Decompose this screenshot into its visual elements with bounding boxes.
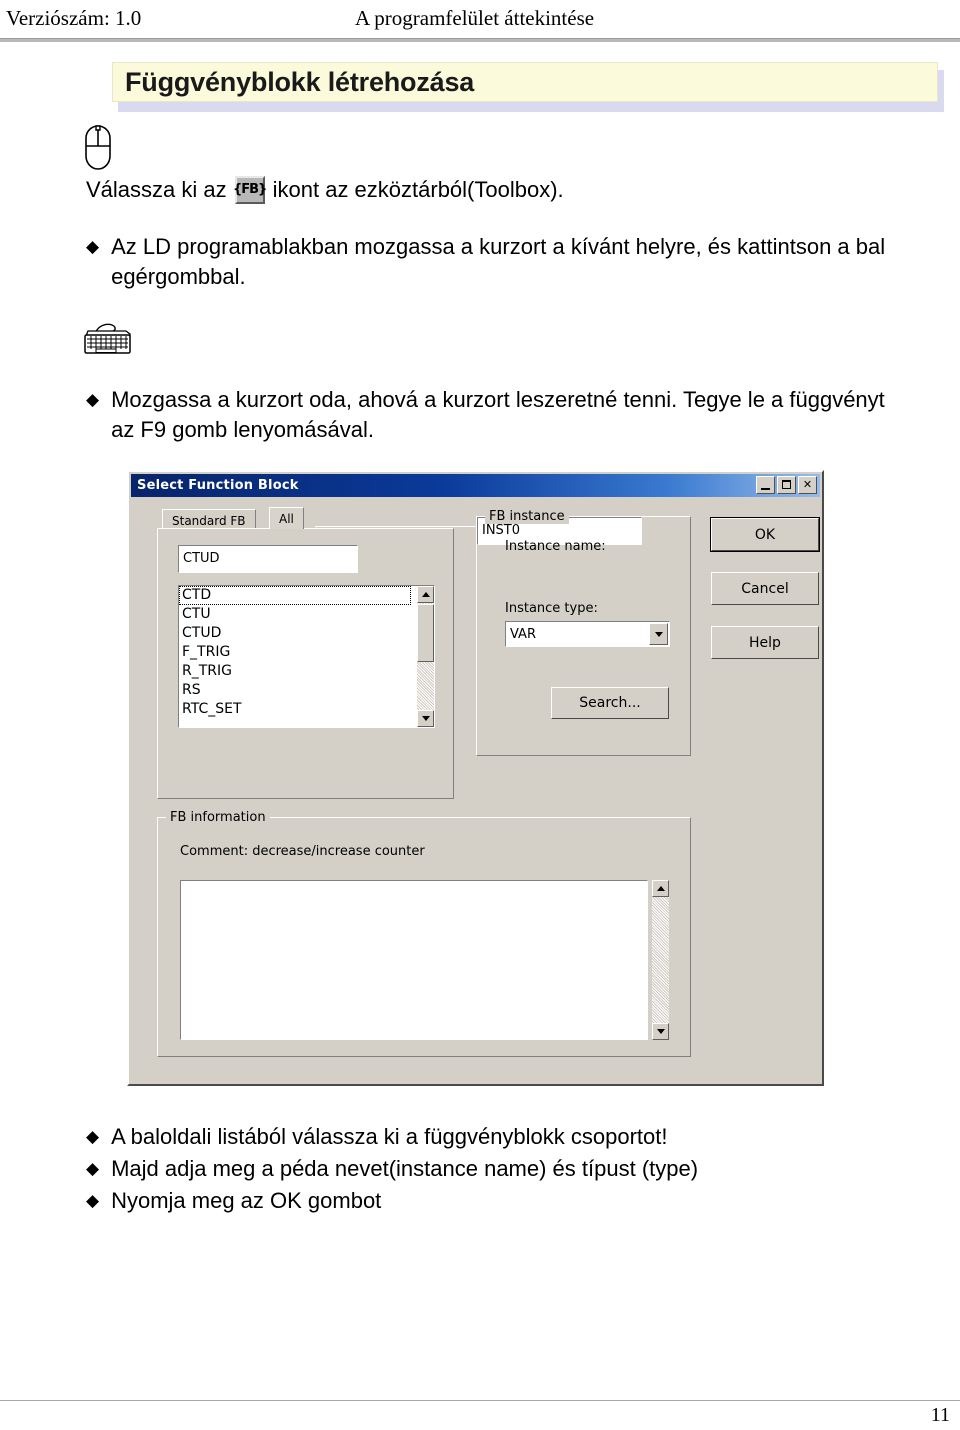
scroll-up-button[interactable] [652,880,669,897]
fb-comment-scrollbar[interactable] [652,880,669,1040]
keyboard-icon [82,322,140,362]
close-icon: ✕ [802,478,813,491]
diamond-bullet-icon: ◆ [86,1191,100,1210]
list-item[interactable]: RTC_SET [179,700,411,719]
chevron-up-icon [656,886,665,891]
minimize-button[interactable] [756,476,775,494]
instance-name-label: Instance name: [505,539,606,554]
maximize-icon [782,480,791,489]
list-item[interactable]: CTD [179,586,411,605]
fb-list-scrollbar[interactable] [417,586,434,727]
fb-toolbar-button[interactable]: {FB} [232,176,267,204]
scrollbar-thumb[interactable] [417,604,434,662]
help-button[interactable]: Help [711,626,819,659]
list-item: ◆ Nyomja meg az OK gombot [86,1186,916,1216]
minimize-icon [761,488,770,490]
list-item[interactable]: RS [179,681,411,700]
chevron-down-icon [421,716,430,721]
scroll-down-button[interactable] [652,1023,669,1040]
fb-list-items: CTD CTU CTUD F_TRIG R_TRIG RS RTC_SET [179,586,411,719]
header-title: A programfelület áttekintése [355,6,595,30]
list-item[interactable]: CTU [179,605,411,624]
tab-standard-fb-label: Standard FB [172,514,246,528]
search-button[interactable]: Search... [551,687,669,719]
close-button[interactable]: ✕ [798,476,817,494]
footer-divider [0,1400,960,1401]
title-banner: Függvényblokk létrehozása [112,62,938,102]
page-number: 11 [930,1404,950,1426]
list-item: ◆ Az LD programablakban mozgassa a kurzo… [86,232,906,292]
chevron-down-icon[interactable] [649,623,668,645]
list-item: ◆ Mozgassa a kurzort oda, ahová a kurzor… [86,385,906,445]
tab-all[interactable]: All [269,507,304,529]
bottom-instruction-list: ◆ A baloldali listából válassza ki a füg… [86,1122,916,1218]
list-item[interactable]: R_TRIG [179,662,411,681]
fb-instance-legend: FB instance [485,509,569,524]
instance-type-label: Instance type: [505,601,598,616]
list-item-label: Nyomja meg az OK gombot [111,1188,382,1213]
fb-information-group: FB information Comment: decrease/increas… [157,810,691,1057]
diamond-bullet-icon: ◆ [86,390,100,409]
fb-comment-label: Comment: decrease/increase counter [180,844,425,859]
toolbox-instruction-before: Válassza ki az [86,177,227,202]
instance-type-select[interactable]: VAR [505,621,670,647]
maximize-button[interactable] [777,476,796,494]
chevron-up-icon [421,592,430,597]
toolbox-instruction: Válassza ki az {FB} ikont az ezköztárból… [86,175,886,205]
diamond-bullet-icon: ◆ [86,1159,100,1178]
list-item-label: Mozgassa a kurzort oda, ahová a kurzort … [111,387,885,442]
toolbox-instruction-after: ikont az ezköztárból(Toolbox). [272,177,564,202]
header-divider [0,38,960,42]
mouse-icon [83,124,113,170]
ok-button[interactable]: OK [711,518,819,551]
fb-selection-panel: CTUD CTD CTU CTUD F_TRIG R_TRIG RS RTC_S… [157,528,454,799]
scroll-up-button[interactable] [417,586,434,603]
fb-listbox[interactable]: CTD CTU CTUD F_TRIG R_TRIG RS RTC_SET [178,585,435,728]
list-item-label: Majd adja meg a péda nevet(instance name… [111,1156,699,1181]
dialog-titlebar[interactable]: Select Function Block ✕ [131,474,820,497]
fb-comment-textarea[interactable] [180,880,648,1040]
cancel-button[interactable]: Cancel [711,572,819,605]
instance-type-value: VAR [510,626,536,642]
window-controls: ✕ [756,476,817,494]
list-item-label: A baloldali listából válassza ki a függv… [111,1124,668,1149]
list-item: ◆ A baloldali listából válassza ki a füg… [86,1122,916,1152]
scroll-down-button[interactable] [417,710,434,727]
diamond-bullet-icon: ◆ [86,1127,100,1146]
header-version: Verziószám: 1.0 [6,6,142,30]
list-item-label: Az LD programablakban mozgassa a kurzort… [111,234,886,289]
tab-all-label: All [279,512,294,526]
tabstrip: Standard FB All [162,507,487,531]
list-item[interactable]: CTUD [179,624,411,643]
fb-icon: {FB} [232,182,267,197]
dialog-title: Select Function Block [137,478,299,493]
fb-instance-group: FB instance Instance name: INST0 Instanc… [476,509,691,756]
fb-information-legend: FB information [166,810,270,825]
list-item[interactable]: F_TRIG [179,643,411,662]
diamond-bullet-icon: ◆ [86,237,100,256]
fb-name-input[interactable]: CTUD [178,545,358,573]
page-title: Függvényblokk létrehozása [125,67,475,97]
chevron-down-icon [656,1029,665,1034]
tab-standard-fb[interactable]: Standard FB [162,509,256,529]
list-item: ◆ Majd adja meg a péda nevet(instance na… [86,1154,916,1184]
select-function-block-dialog: Select Function Block ✕ Standard FB All … [127,470,824,1086]
